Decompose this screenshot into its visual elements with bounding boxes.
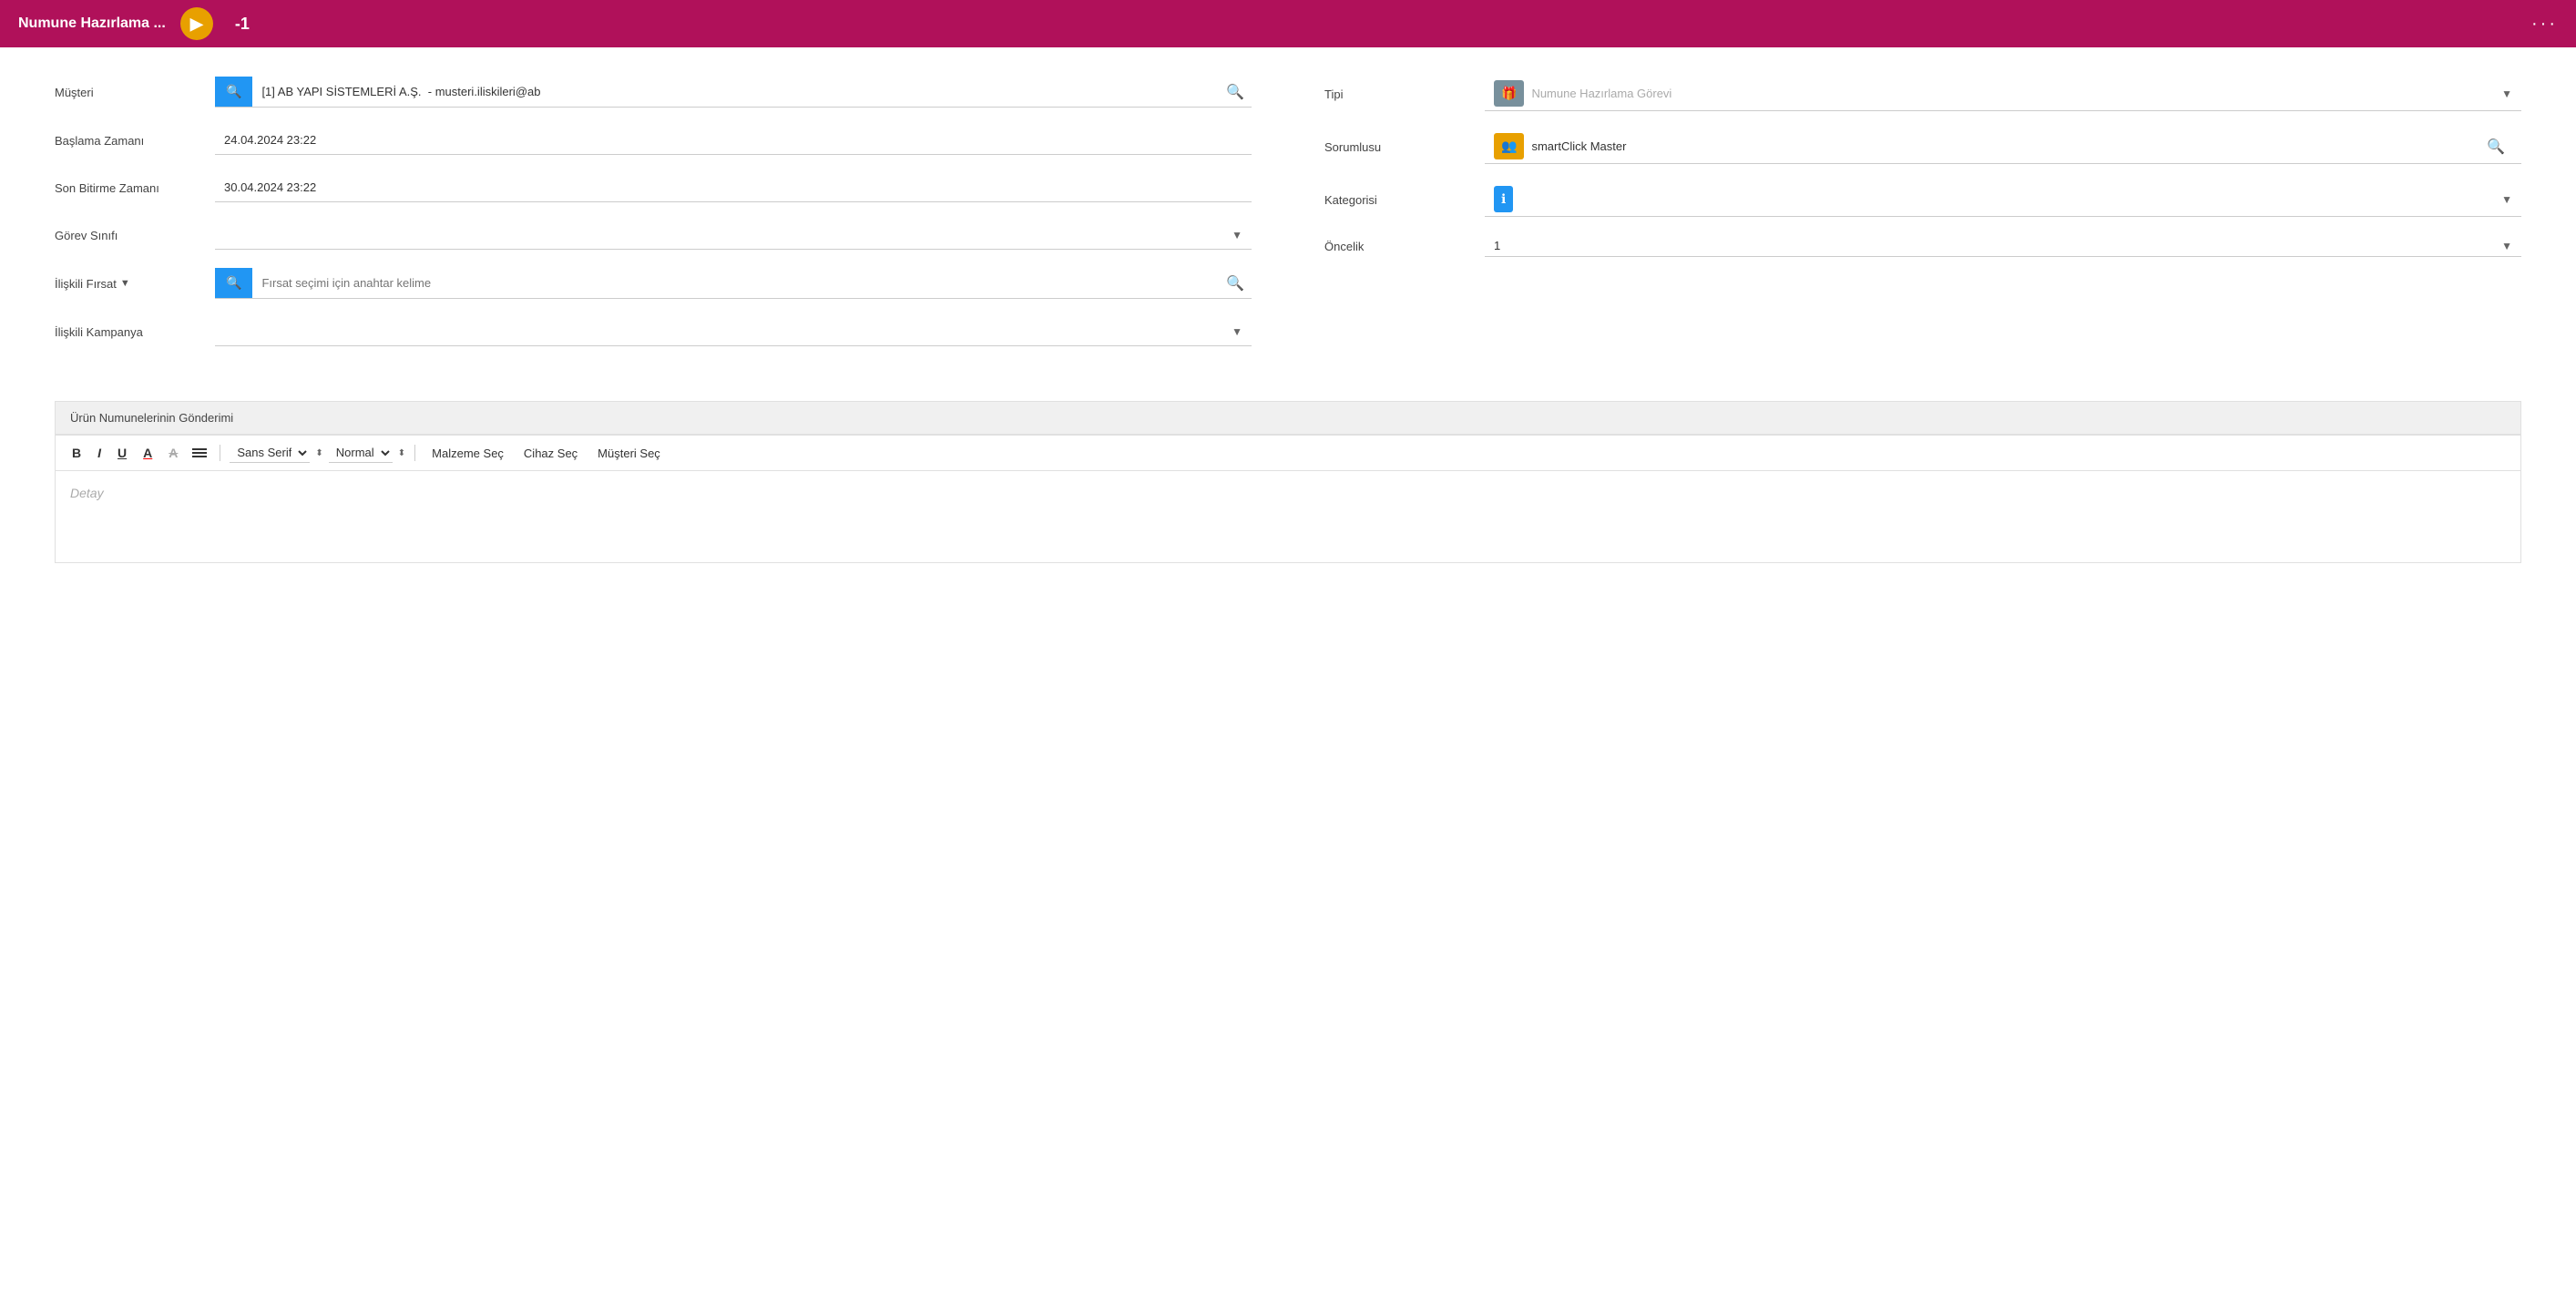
font-size-select[interactable]: Normal	[329, 443, 393, 463]
gorev-sinifi-dropdown[interactable]: ▼	[215, 221, 1252, 250]
son-bitirme-label: Son Bitirme Zamanı	[55, 181, 200, 195]
gorev-sinifi-label: Görev Sınıfı	[55, 229, 200, 242]
iliskili-firsat-label-wrapper: İlişkili Fırsat ▼	[55, 277, 200, 291]
musteri-search-button[interactable]: 🔍	[215, 77, 252, 107]
search-icon: 🔍	[226, 84, 241, 99]
gorev-sinifi-row: Görev Sınıfı ▼	[55, 221, 1252, 250]
musteri-input[interactable]	[252, 77, 1219, 106]
tipi-wrapper: 🎁 Numune Hazırlama Görevi ▼	[1485, 77, 2521, 111]
kategorisi-row: Kategorisi ℹ ▼	[1324, 182, 2521, 217]
section-title-bar: Ürün Numunelerinin Gönderimi	[55, 401, 2521, 435]
chevron-right-icon: ▶	[190, 15, 203, 34]
iliskili-kampanya-dropdown[interactable]: ▼	[215, 317, 1252, 346]
musteri-row: Müşteri 🔍 🔍	[55, 77, 1252, 108]
musteri-input-wrapper: 🔍 🔍	[215, 77, 1252, 108]
header-title: Numune Hazırlama ...	[18, 15, 166, 32]
gorev-sinifi-select[interactable]	[224, 228, 1232, 241]
iliskili-firsat-input-wrapper: 🔍 🔍	[215, 268, 1252, 299]
oncelik-row: Öncelik 1 ▼	[1324, 235, 2521, 257]
people-icon: 👥	[1494, 133, 1524, 159]
lines-format-icon[interactable]	[189, 446, 210, 460]
iliskili-firsat-input[interactable]	[252, 269, 1219, 297]
tipi-label: Tipi	[1324, 87, 1470, 101]
baslama-row: Başlama Zamanı	[55, 126, 1252, 155]
musteri-search-icon-orange[interactable]: 🔍	[1219, 79, 1252, 105]
kategorisi-wrapper: ℹ ▼	[1485, 182, 2521, 217]
info-icon: ℹ	[1494, 186, 1513, 212]
oncelik-value: 1	[1494, 239, 2501, 252]
baslama-input[interactable]	[215, 126, 1252, 155]
son-bitirme-row: Son Bitirme Zamanı	[55, 173, 1252, 202]
sorumlusu-wrapper: 👥 smartClick Master 🔍	[1485, 129, 2521, 164]
italic-button[interactable]: I	[92, 443, 107, 463]
iliskili-firsat-search-button[interactable]: 🔍	[215, 268, 252, 298]
musteri-sec-button[interactable]: Müşteri Seç	[590, 444, 668, 463]
iliskili-kampanya-label: İlişkili Kampanya	[55, 325, 200, 339]
chevron-down-icon[interactable]: ▼	[2501, 240, 2512, 252]
tipi-row: Tipi 🎁 Numune Hazırlama Görevi ▼	[1324, 77, 2521, 111]
musteri-label: Müşteri	[55, 86, 200, 99]
malzeme-sec-button[interactable]: Malzeme Seç	[424, 444, 511, 463]
iliskili-firsat-search-icon-orange[interactable]: 🔍	[1219, 271, 1252, 296]
oncelik-label: Öncelik	[1324, 240, 1470, 253]
form-left-column: Müşteri 🔍 🔍 Başlama Zamanı Son Bitirme Z…	[55, 77, 1252, 364]
underline-button[interactable]: U	[112, 443, 132, 463]
editor-placeholder: Detay	[70, 486, 104, 500]
sorumlusu-search-icon[interactable]: 🔍	[2479, 134, 2512, 159]
editor-toolbar: B I U A A Sans Serif ⬍ Normal ⬍ Malzeme …	[56, 436, 2520, 471]
oncelik-wrapper: 1 ▼	[1485, 235, 2521, 257]
font-family-arrow: ⬍	[315, 448, 322, 458]
font-size-arrow: ⬍	[398, 448, 405, 458]
search-icon: 🔍	[226, 275, 241, 291]
baslama-label: Başlama Zamanı	[55, 134, 200, 148]
sorumlusu-row: Sorumlusu 👥 smartClick Master 🔍	[1324, 129, 2521, 164]
form-grid: Müşteri 🔍 🔍 Başlama Zamanı Son Bitirme Z…	[55, 77, 2521, 364]
kategorisi-label: Kategorisi	[1324, 193, 1470, 207]
section-title: Ürün Numunelerinin Gönderimi	[70, 411, 233, 425]
strikethrough-button[interactable]: A	[163, 443, 183, 463]
chevron-down-icon: ▼	[1232, 229, 1242, 241]
chevron-down-icon[interactable]: ▼	[2501, 87, 2512, 100]
chevron-down-icon[interactable]: ▼	[2501, 193, 2512, 206]
tipi-value: Numune Hazırlama Görevi	[1531, 87, 2501, 100]
iliskili-firsat-row: İlişkili Fırsat ▼ 🔍 🔍	[55, 268, 1252, 299]
iliskili-kampanya-select[interactable]	[224, 324, 1232, 338]
editor-body[interactable]: Detay	[56, 471, 2520, 562]
font-family-select[interactable]: Sans Serif	[230, 443, 310, 463]
header-badge: -1	[235, 15, 250, 34]
more-options-icon[interactable]: ···	[2531, 14, 2558, 35]
gift-icon: 🎁	[1494, 80, 1524, 107]
toolbar-separator-2	[414, 445, 415, 461]
sorumlusu-label: Sorumlusu	[1324, 140, 1470, 154]
bold-button[interactable]: B	[66, 443, 87, 463]
font-color-button[interactable]: A	[138, 443, 158, 463]
chevron-down-icon-firsat[interactable]: ▼	[120, 278, 130, 289]
app-header: Numune Hazırlama ... ▶ -1 ···	[0, 0, 2576, 47]
cihaz-sec-button[interactable]: Cihaz Seç	[516, 444, 585, 463]
form-right-column: Tipi 🎁 Numune Hazırlama Görevi ▼ Sorumlu…	[1324, 77, 2521, 364]
editor-container: B I U A A Sans Serif ⬍ Normal ⬍ Malzeme …	[55, 435, 2521, 563]
son-bitirme-input[interactable]	[215, 173, 1252, 202]
iliskili-kampanya-row: İlişkili Kampanya ▼	[55, 317, 1252, 346]
main-content: Müşteri 🔍 🔍 Başlama Zamanı Son Bitirme Z…	[0, 47, 2576, 1314]
header-nav-button[interactable]: ▶	[180, 7, 213, 40]
sorumlusu-value: smartClick Master	[1531, 139, 2479, 153]
chevron-down-icon: ▼	[1232, 325, 1242, 338]
iliskili-firsat-label: İlişkili Fırsat	[55, 277, 117, 291]
